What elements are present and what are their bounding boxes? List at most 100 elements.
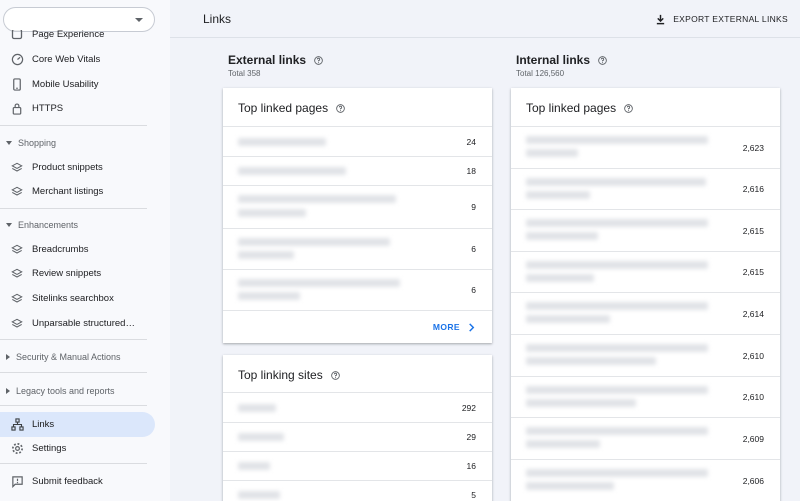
card-title: Top linked pages	[526, 101, 617, 115]
table-row[interactable]: 6	[223, 228, 492, 269]
link-count: 292	[461, 402, 476, 413]
sidebar-divider	[0, 125, 147, 126]
redacted-url	[238, 238, 390, 246]
sidebar-section-shopping[interactable]: Shopping	[0, 132, 165, 154]
internal-top-linked-pages-card: Top linked pages 2,623 2,616 2,615 2,615…	[511, 88, 780, 501]
table-row[interactable]: 18	[223, 156, 492, 185]
sidebar: Page Experience Core Web Vitals Mobile U…	[0, 0, 170, 501]
sidebar-section-label: Shopping	[18, 138, 57, 148]
expand-arrow-icon	[6, 354, 10, 360]
table-row[interactable]: 5	[223, 480, 492, 501]
link-count: 2,614	[742, 308, 764, 319]
sidebar-item-label: Settings	[32, 443, 67, 454]
sidebar-item-submit-feedback[interactable]: Submit feedback	[0, 469, 155, 494]
sidebar-section-security[interactable]: Security & Manual Actions	[0, 346, 165, 368]
sidebar-item-mobile-usability[interactable]: Mobile Usability	[0, 72, 155, 97]
sidebar-item-links[interactable]: Links	[0, 412, 155, 437]
help-icon[interactable]	[598, 55, 607, 65]
chevron-down-icon[interactable]	[135, 18, 143, 22]
sidebar-item-label: Mobile Usability	[32, 79, 99, 90]
external-top-linked-pages-card: Top linked pages 24 18 9 6 6 MORE	[223, 88, 492, 343]
sidebar-divider	[0, 463, 147, 464]
smartphone-icon	[10, 78, 24, 92]
sidebar-item-settings[interactable]: Settings	[0, 436, 155, 461]
sidebar-item-label: Merchant listings	[32, 186, 104, 197]
table-row[interactable]: 292	[223, 392, 492, 422]
table-row[interactable]: 16	[223, 451, 492, 480]
link-count: 2,615	[742, 267, 764, 277]
sidebar-item-label: Page Experience	[32, 28, 105, 40]
sidebar-item-core-web-vitals[interactable]: Core Web Vitals	[0, 47, 155, 72]
redacted-url	[526, 386, 708, 394]
sidebar-item-unparsable-structured-data[interactable]: Unparsable structured data	[0, 311, 155, 336]
sidebar-item-label: Review snippets	[32, 268, 102, 279]
external-links-total: Total 358	[228, 69, 261, 78]
redacted-site	[238, 491, 280, 499]
layers-icon	[10, 317, 24, 331]
table-row[interactable]: 2,623	[511, 126, 780, 168]
sidebar-divider	[0, 208, 147, 209]
sidebar-item-sitelinks-searchbox[interactable]: Sitelinks searchbox	[0, 286, 155, 311]
gear-icon	[10, 442, 24, 456]
table-row[interactable]: 2,616	[511, 168, 780, 209]
property-selector[interactable]	[3, 7, 155, 32]
table-row[interactable]: 6	[223, 269, 492, 310]
redacted-url	[238, 251, 294, 259]
sidebar-item-label: Links	[32, 419, 55, 430]
redacted-url	[526, 399, 636, 407]
redacted-site	[238, 462, 270, 470]
redacted-url	[526, 315, 610, 323]
sidebar-item-label: Sitelinks searchbox	[32, 293, 114, 304]
sidebar-section-legacy-tools[interactable]: Legacy tools and reports	[0, 380, 165, 402]
link-count: 2,615	[742, 225, 764, 236]
table-row[interactable]: 2,606	[511, 459, 780, 501]
link-count: 2,623	[742, 142, 764, 153]
table-row[interactable]: 29	[223, 422, 492, 451]
sidebar-item-merchant-listings[interactable]: Merchant listings	[0, 179, 155, 204]
table-row[interactable]: 2,609	[511, 417, 780, 459]
sidebar-item-label: Submit feedback	[32, 476, 103, 487]
collapse-arrow-icon	[6, 141, 12, 145]
redacted-url	[526, 261, 708, 269]
export-external-links-button[interactable]: EXPORT EXTERNAL LINKS	[655, 10, 788, 28]
table-row[interactable]: 2,610	[511, 334, 780, 376]
link-count: 29	[466, 432, 476, 442]
table-row[interactable]: 2,614	[511, 292, 780, 334]
help-icon[interactable]	[330, 370, 340, 380]
help-icon[interactable]	[314, 55, 323, 65]
sidebar-item-breadcrumbs[interactable]: Breadcrumbs	[0, 237, 155, 262]
sidebar-item-product-snippets[interactable]: Product snippets	[0, 155, 155, 180]
sitemap-icon	[10, 418, 24, 432]
page-title: Links	[203, 12, 232, 26]
link-count: 9	[471, 202, 476, 212]
more-label: MORE	[432, 322, 460, 332]
sidebar-item-label: Unparsable structured data	[32, 318, 136, 329]
expand-arrow-icon	[6, 388, 10, 394]
redacted-url	[526, 219, 708, 227]
table-row[interactable]: 2,610	[511, 376, 780, 417]
sidebar-section-label: Legacy tools and reports	[16, 386, 115, 396]
sidebar-item-https[interactable]: HTTPS	[0, 96, 155, 121]
table-row[interactable]: 24	[223, 126, 492, 156]
table-row[interactable]: 9	[223, 185, 492, 228]
sidebar-section-enhancements[interactable]: Enhancements	[0, 214, 165, 236]
table-row[interactable]: 2,615	[511, 209, 780, 251]
redacted-site	[238, 433, 284, 441]
sidebar-divider	[0, 339, 147, 340]
redacted-url	[526, 469, 708, 477]
redacted-url	[238, 292, 300, 300]
more-button[interactable]: MORE	[433, 322, 475, 332]
internal-links-heading: Internal links Total 126,560	[516, 53, 607, 78]
gauge-icon	[10, 53, 24, 67]
redacted-url	[238, 167, 346, 175]
link-count: 2,610	[742, 392, 764, 402]
help-icon[interactable]	[336, 103, 345, 113]
sidebar-section-label: Enhancements	[18, 220, 79, 230]
link-count: 24	[466, 136, 476, 147]
chevron-right-icon	[468, 322, 475, 332]
table-row[interactable]: 2,615	[511, 251, 780, 292]
card-footer: MORE	[223, 310, 492, 343]
sidebar-item-review-snippets[interactable]: Review snippets	[0, 261, 155, 286]
help-icon[interactable]	[624, 103, 633, 113]
redacted-url	[526, 136, 708, 144]
